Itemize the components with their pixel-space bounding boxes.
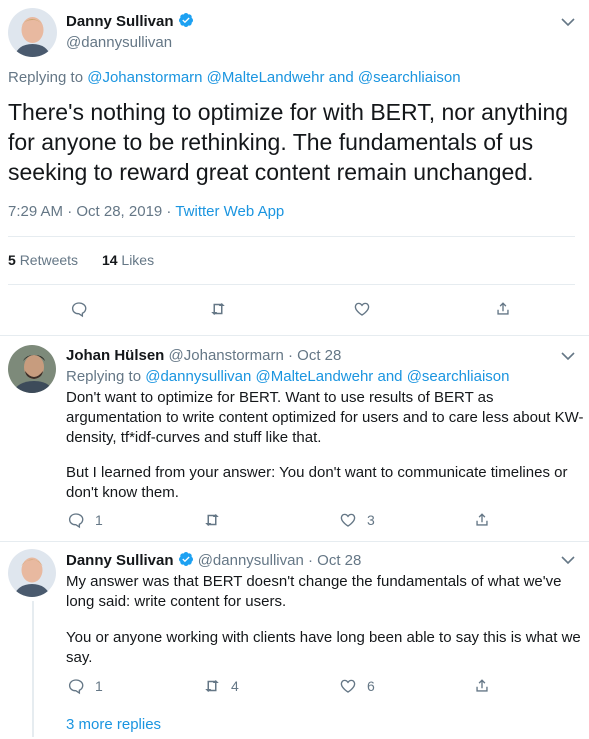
retweet-icon bbox=[205, 680, 219, 692]
mention-link[interactable]: @searchliaison bbox=[358, 69, 461, 86]
replying-prefix: Replying to bbox=[66, 368, 142, 385]
reply-icon bbox=[68, 679, 84, 695]
thread-line bbox=[32, 601, 34, 737]
retweet-icon bbox=[205, 514, 219, 526]
reply-icon bbox=[71, 302, 87, 318]
author-name[interactable]: Johan Hülsen bbox=[66, 347, 164, 364]
like-count: 6 bbox=[367, 678, 375, 694]
like-count: 3 bbox=[367, 512, 375, 528]
replying-prefix: Replying to bbox=[8, 69, 84, 86]
chevron-down-icon[interactable] bbox=[561, 17, 575, 27]
mention-link[interactable]: @MalteLandwehr bbox=[256, 368, 374, 385]
client-link[interactable]: Twitter Web App bbox=[175, 203, 284, 220]
retweet-button[interactable] bbox=[203, 511, 231, 529]
reply-text-1: Don't want to optimize for BERT. Want to… bbox=[66, 389, 584, 446]
reply-header: Johan Hülsen @Johanstormarn · Oct 28 bbox=[66, 347, 341, 364]
reply-button[interactable]: 1 bbox=[67, 511, 103, 529]
retweet-button[interactable]: 4 bbox=[203, 677, 239, 695]
share-icon bbox=[476, 679, 488, 692]
reply-count: 1 bbox=[95, 678, 103, 694]
mention-link[interactable]: @searchliaison bbox=[407, 368, 510, 385]
retweets-stat[interactable]: 5 Retweets bbox=[8, 252, 78, 268]
heart-icon bbox=[354, 302, 370, 316]
author-handle[interactable]: @dannysullivan bbox=[198, 552, 304, 569]
reply-button[interactable]: 1 bbox=[67, 677, 103, 695]
share-icon bbox=[497, 302, 509, 315]
author-name[interactable]: Danny Sullivan bbox=[66, 552, 174, 569]
mention-link[interactable]: @Johanstormarn bbox=[87, 69, 202, 86]
share-icon bbox=[476, 513, 488, 526]
tweet-meta: 7:29 AM · Oct 28, 2019 · Twitter Web App bbox=[8, 203, 284, 220]
reply-text-1: My answer was that BERT doesn't change t… bbox=[66, 573, 562, 610]
replying-to: Replying to @Johanstormarn @MalteLandweh… bbox=[8, 69, 461, 86]
timestamp[interactable]: · Oct 28 bbox=[308, 552, 361, 569]
timestamp[interactable]: · Oct 28 bbox=[288, 347, 341, 364]
mention-link[interactable]: @MalteLandwehr bbox=[207, 69, 325, 86]
retweet-button[interactable] bbox=[209, 300, 227, 318]
likes-stat[interactable]: 14 Likes bbox=[102, 252, 154, 268]
share-button[interactable] bbox=[473, 511, 491, 529]
mention-and[interactable]: and bbox=[329, 69, 354, 86]
replying-to: Replying to @dannysullivan @MalteLandweh… bbox=[66, 368, 509, 385]
retweet-count: 4 bbox=[231, 678, 239, 694]
reply-header: Danny Sullivan @dannysullivan · Oct 28 bbox=[66, 551, 361, 569]
share-button[interactable] bbox=[494, 300, 512, 318]
like-button[interactable]: 6 bbox=[339, 677, 375, 695]
mention-and[interactable]: and bbox=[377, 368, 402, 385]
author-handle[interactable]: @dannysullivan bbox=[66, 34, 172, 51]
reply-icon bbox=[68, 513, 84, 529]
like-button[interactable] bbox=[353, 300, 371, 318]
avatar[interactable] bbox=[8, 8, 57, 57]
reply-count: 1 bbox=[95, 512, 103, 528]
reply-button[interactable] bbox=[70, 300, 88, 318]
heart-icon bbox=[340, 679, 356, 693]
more-replies-link[interactable]: 3 more replies bbox=[66, 716, 161, 733]
heart-icon bbox=[340, 513, 356, 527]
mention-link[interactable]: @dannysullivan bbox=[145, 368, 251, 385]
chevron-down-icon[interactable] bbox=[561, 351, 575, 361]
engagement-stats: 5 Retweets 14 Likes bbox=[8, 252, 154, 268]
tweet-text: There's nothing to optimize for with BER… bbox=[8, 99, 569, 185]
reply-text-2: But I learned from your answer: You don'… bbox=[66, 464, 568, 501]
avatar[interactable] bbox=[8, 345, 56, 393]
share-button[interactable] bbox=[473, 677, 491, 695]
timestamp[interactable]: 7:29 AM · Oct 28, 2019 · bbox=[8, 203, 171, 220]
like-button[interactable]: 3 bbox=[339, 511, 375, 529]
chevron-down-icon[interactable] bbox=[561, 555, 575, 565]
author-name[interactable]: Danny Sullivan bbox=[66, 13, 174, 30]
author-handle[interactable]: @Johanstormarn bbox=[169, 347, 284, 364]
verified-icon bbox=[178, 13, 193, 27]
avatar[interactable] bbox=[8, 549, 56, 597]
reply-text-2: You or anyone working with clients have … bbox=[66, 629, 581, 666]
retweet-icon bbox=[211, 303, 225, 315]
verified-icon bbox=[178, 552, 193, 566]
